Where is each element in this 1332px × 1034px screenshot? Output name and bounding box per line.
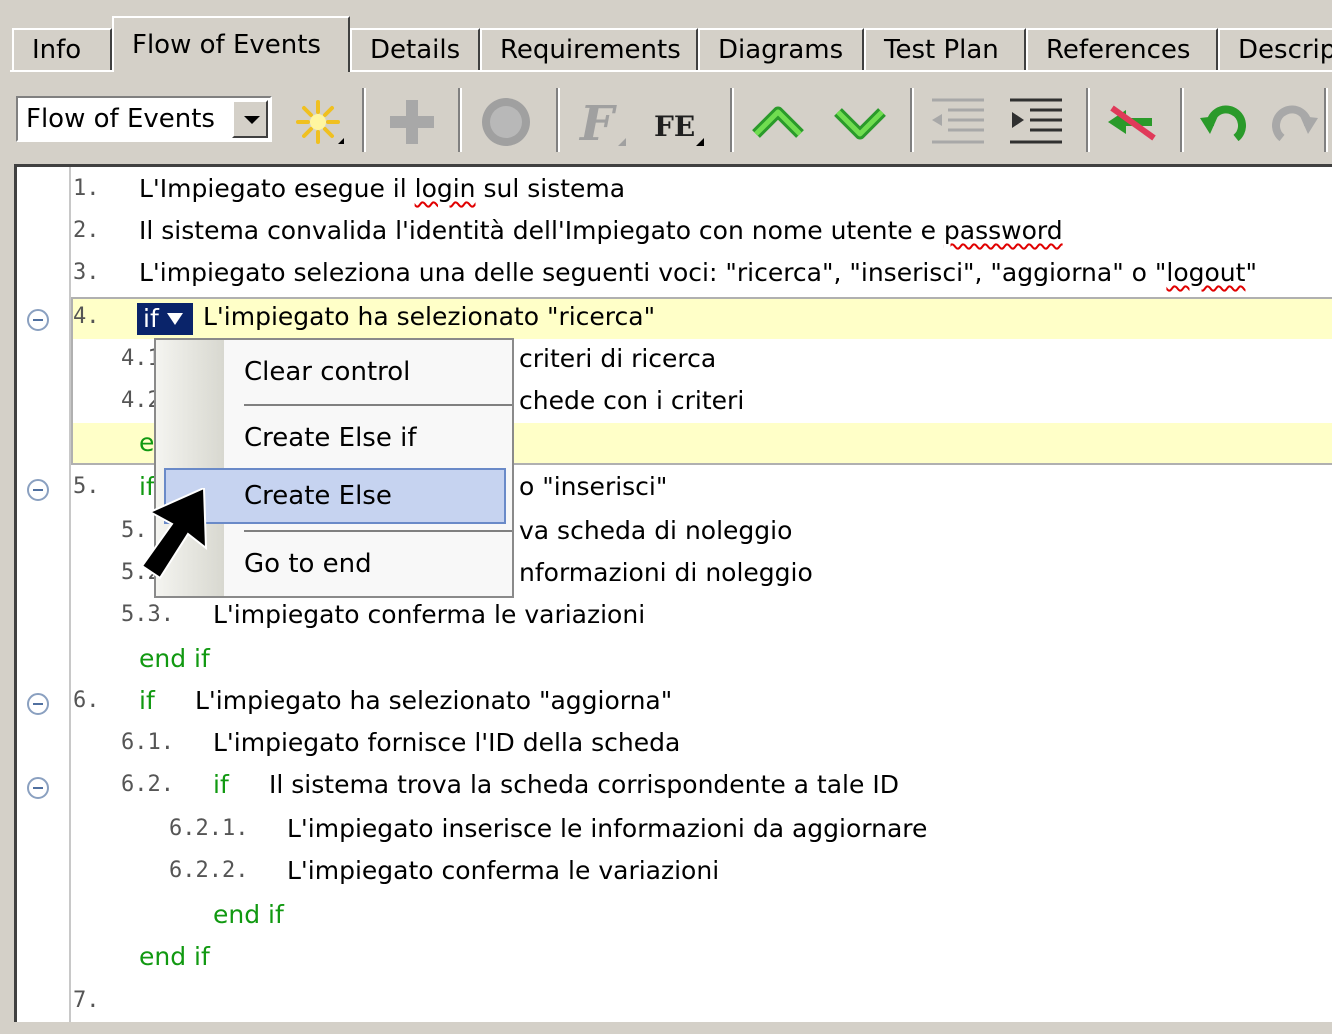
step-text[interactable]: va scheda di noleggio [519,511,792,551]
tab-references[interactable]: References [1026,28,1218,70]
toolbar-separator [1324,88,1328,152]
spelling-error: logout [1166,258,1246,287]
svg-text:F: F [578,96,617,152]
step-number: 6. [73,688,100,713]
if-keyword[interactable]: if [139,681,155,721]
tab-info[interactable]: Info [12,28,112,70]
indent-icon[interactable] [1006,92,1066,152]
step-number: 6.1. [121,730,174,755]
step-text[interactable]: Il sistema trova la scheda corrispondent… [269,765,899,805]
step-text-part: L'Impiegato esegue il [139,174,415,203]
menu-separator [244,404,512,406]
tab-requirements[interactable]: Requirements [480,28,698,70]
move-up-icon[interactable] [748,92,808,152]
remove-icon[interactable] [1102,92,1162,152]
redo-icon[interactable] [1262,92,1322,152]
tab-diagrams[interactable]: Diagrams [698,28,864,70]
collapse-toggle-icon[interactable] [27,693,49,715]
step-text-part: Il sistema convalida l'identità dell'Imp… [139,216,944,245]
if-keyword-selected[interactable]: if [137,303,193,335]
step-text-part: " [1245,258,1257,287]
collapse-toggle-icon[interactable] [27,479,49,501]
window-bottom-border [0,1022,1332,1034]
step-text[interactable]: L'Impiegato esegue il login sul sistema [139,169,625,209]
collapse-toggle-icon[interactable] [27,309,49,331]
toolbar-separator [730,88,734,152]
format-fe-icon[interactable]: FE [650,92,710,152]
step-text[interactable]: L'impiegato seleziona una delle seguenti… [139,253,1257,293]
menu-item-label: Clear control [244,357,411,387]
step-text[interactable]: L'impiegato conferma le variazioni [287,851,719,891]
svg-text:FE: FE [654,110,695,143]
step-text[interactable]: criteri di ricerca [519,339,716,379]
toolbar-separator [1180,88,1184,152]
step-number: 4. [73,304,100,329]
menu-item-clear-control[interactable]: Clear control [156,344,512,400]
toolbar-separator [1086,88,1090,152]
step-text[interactable]: nformazioni di noleggio [519,553,813,593]
spelling-error: password [943,216,1063,245]
tab-flow-of-events[interactable]: Flow of Events [112,16,350,72]
tab-bar: Info Flow of Events Details Requirements… [0,0,1332,72]
step-text[interactable]: L'impiegato ha selezionato "aggiorna" [195,681,672,721]
end-if-keyword: end if [139,644,210,673]
add-icon[interactable] [382,92,442,152]
end-if-keyword: end if [213,900,284,929]
move-down-icon[interactable] [830,92,890,152]
step-number: 6.2. [121,772,174,797]
end-if-keyword: end if [139,942,210,971]
menu-item-label: Create Else [244,481,392,511]
collapse-toggle-icon[interactable] [27,777,49,799]
new-step-icon[interactable] [288,92,348,152]
menu-item-label: Create Else if [244,423,417,453]
spelling-error: login [414,174,476,203]
outdent-icon[interactable] [928,92,988,152]
tab-details[interactable]: Details [350,28,480,70]
if-keyword: if [143,304,159,333]
menu-separator [244,530,512,532]
record-icon[interactable] [476,92,536,152]
dropdown-arrow-icon[interactable] [167,313,183,325]
menu-item-label: Go to end [244,549,372,579]
toolbar-separator [910,88,914,152]
menu-item-create-else-if[interactable]: Create Else if [156,410,512,466]
chevron-down-icon[interactable] [232,100,268,138]
step-number: 7. [73,988,100,1013]
italic-f-icon[interactable]: F [572,92,632,152]
step-number: 5. [73,474,100,499]
end-if-keyword: e [139,428,155,457]
window-left-border [0,160,14,1022]
step-text-part: sul sistema [475,174,626,203]
use-case-editor-window: Info Flow of Events Details Requirements… [0,0,1332,1034]
mouse-pointer-icon [140,488,208,580]
toolbar-separator [362,88,366,152]
toolbar-separator [458,88,462,152]
tab-description[interactable]: Descrip [1218,28,1332,70]
flow-select-value: Flow of Events [26,104,215,134]
flow-select[interactable]: Flow of Events [16,96,272,142]
undo-icon[interactable] [1196,92,1256,152]
step-number: 5.3. [121,602,174,627]
toolbar: Flow of Events F FE [0,72,1332,160]
step-text[interactable]: Il sistema convalida l'identità dell'Imp… [139,211,1063,251]
step-text[interactable]: L'impiegato fornisce l'ID della scheda [213,723,680,763]
step-number: 3. [73,260,100,285]
step-text[interactable]: L'impiegato conferma le variazioni [213,595,645,635]
if-keyword[interactable]: if [213,765,229,805]
step-text[interactable]: o "inserisci" [519,467,667,507]
step-number: 6.2.2. [169,858,249,883]
step-number: 2. [73,218,100,243]
step-number: 1. [73,176,100,201]
step-text[interactable]: chede con i criteri [519,381,744,421]
toolbar-separator [556,88,560,152]
step-text-part: L'impiegato seleziona una delle seguenti… [139,258,1167,287]
tab-test-plan[interactable]: Test Plan [864,28,1026,70]
step-number: 6.2.1. [169,816,249,841]
step-text[interactable]: L'impiegato inserisce le informazioni da… [287,809,927,849]
gutter-divider [69,167,71,1025]
step-text[interactable]: L'impiegato ha selezionato "ricerca" [203,297,655,337]
